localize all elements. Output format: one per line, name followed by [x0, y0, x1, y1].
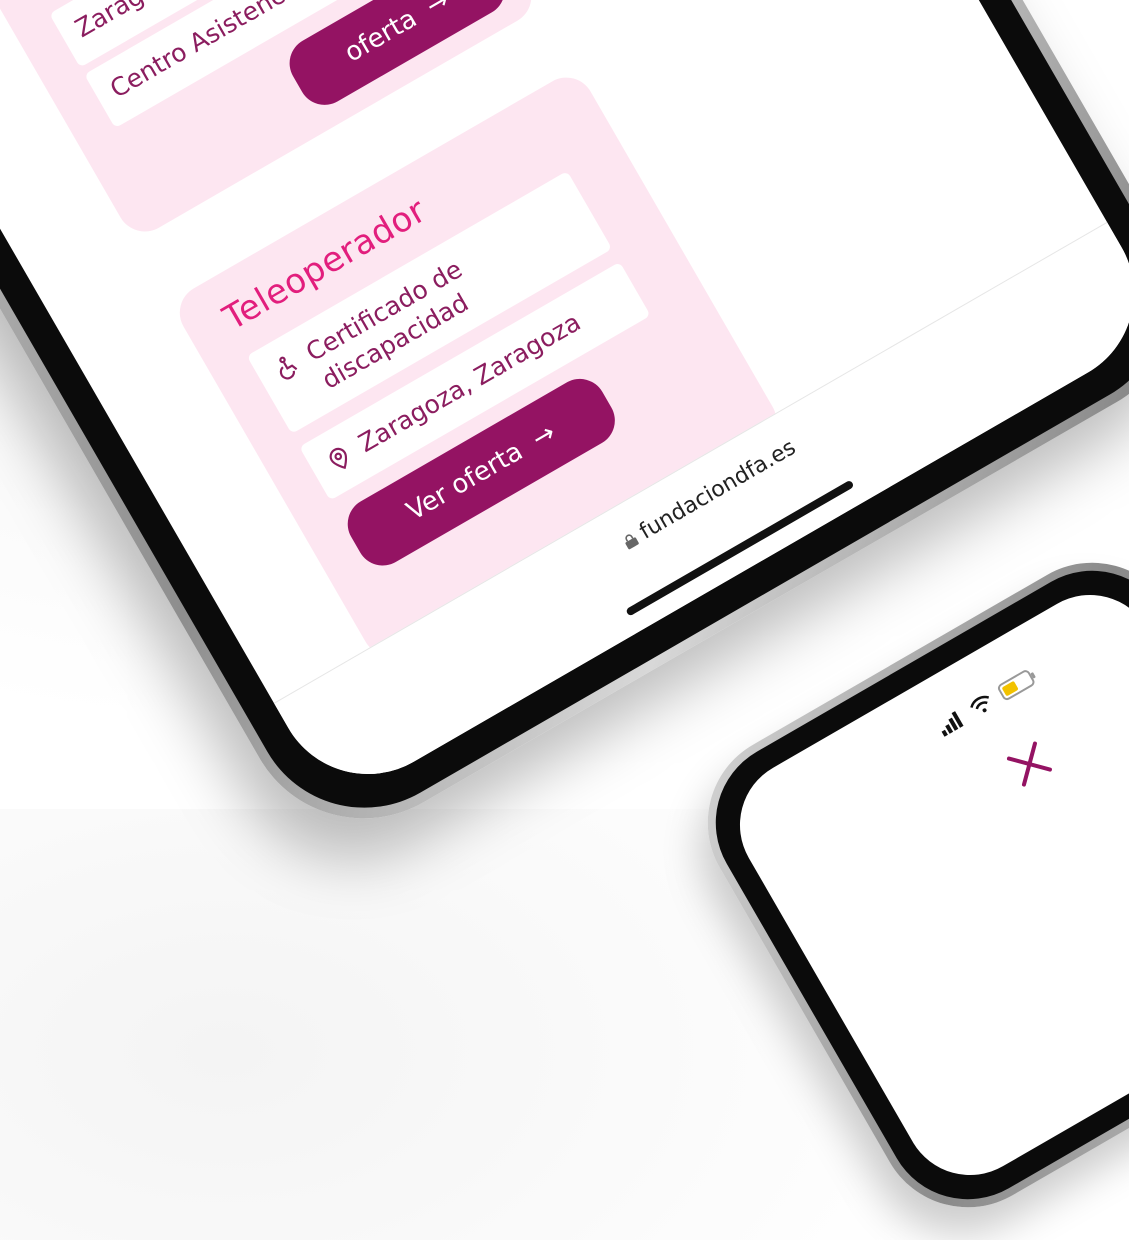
- home-indicator[interactable]: [625, 479, 855, 617]
- signal-icon: [941, 711, 964, 737]
- arrow-right-icon: →: [526, 417, 561, 455]
- wheelchair-icon: [279, 356, 298, 380]
- lock-icon: [625, 533, 639, 549]
- button-label: oferta: [339, 3, 423, 69]
- phone-bezel: [685, 540, 1129, 1230]
- arrow-right-icon: →: [420, 0, 455, 22]
- wifi-icon: [970, 695, 990, 713]
- location-pin-icon: [329, 447, 348, 470]
- status-bar: [935, 665, 1040, 737]
- phone-screen: [715, 570, 1129, 1200]
- battery-icon: [997, 670, 1036, 701]
- close-icon[interactable]: [1002, 737, 1057, 792]
- second-phone-mockup: [674, 529, 1129, 1240]
